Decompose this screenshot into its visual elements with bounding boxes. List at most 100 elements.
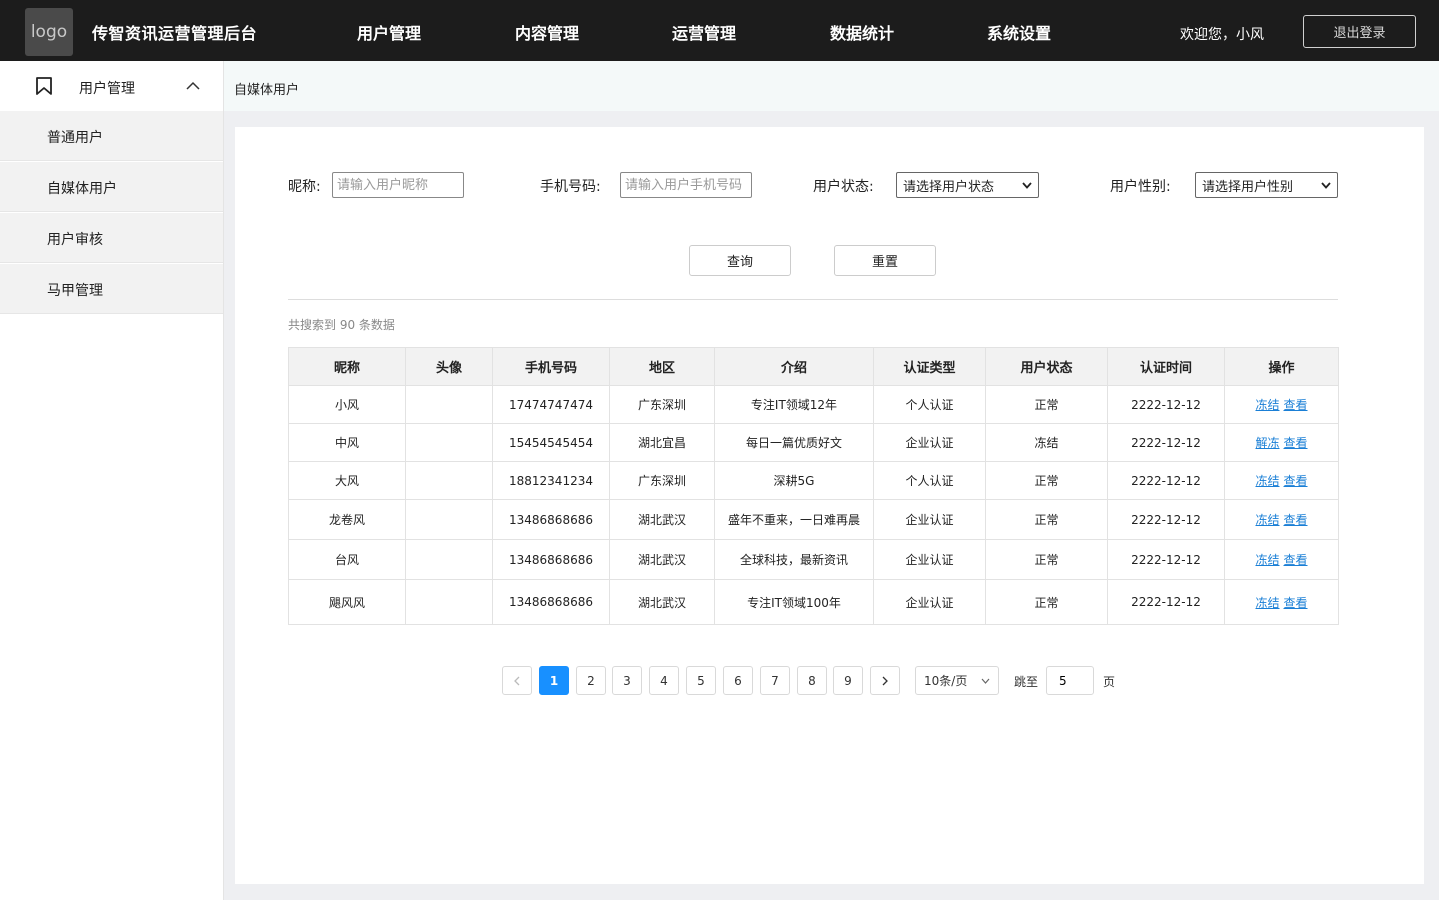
sidebar: 用户管理 普通用户 自媒体用户 用户审核 马甲管理 — [0, 61, 224, 900]
cell-auth-type: 企业认证 — [873, 499, 986, 540]
chevron-right-icon — [882, 676, 888, 685]
col-region: 地区 — [609, 347, 715, 386]
cell-status: 正常 — [985, 385, 1108, 424]
view-link[interactable]: 查看 — [1284, 513, 1308, 527]
cell-avatar — [405, 423, 493, 462]
cell-actions: 冻结 查看 — [1224, 579, 1339, 625]
page-button-5[interactable]: 5 — [686, 666, 716, 695]
cell-auth-type: 企业认证 — [873, 423, 986, 462]
freeze-link[interactable]: 冻结 — [1255, 474, 1279, 488]
table-row: 中风 15454545454 湖北宜昌 每日一篇优质好文 企业认证 冻结 222… — [288, 423, 1339, 462]
status-select[interactable]: 请选择用户状态 — [896, 172, 1039, 198]
reset-button[interactable]: 重置 — [834, 245, 936, 276]
gender-label: 用户性别: — [1110, 179, 1171, 195]
nickname-input[interactable] — [332, 172, 464, 198]
view-link[interactable]: 查看 — [1284, 596, 1308, 610]
top-bar: logo 传智资讯运营管理后台 用户管理 内容管理 运营管理 数据统计 系统设置… — [0, 0, 1439, 61]
cell-status: 正常 — [985, 579, 1108, 625]
cell-nickname: 飓风风 — [288, 579, 406, 625]
query-button[interactable]: 查询 — [689, 245, 791, 276]
view-link[interactable]: 查看 — [1284, 553, 1308, 567]
page-button-1[interactable]: 1 — [539, 666, 569, 695]
cell-auth-type: 个人认证 — [873, 461, 986, 500]
status-select-value: 请选择用户状态 — [903, 179, 995, 195]
cell-actions: 冻结 查看 — [1224, 461, 1339, 500]
cell-intro: 全球科技，最新资讯 — [714, 539, 874, 580]
sidebar-item-label: 自媒体用户 — [47, 181, 117, 197]
nav-content-management[interactable]: 内容管理 — [515, 20, 579, 44]
cell-auth-time: 2222-12-12 — [1107, 579, 1225, 625]
unfreeze-link[interactable]: 解冻 — [1255, 436, 1279, 450]
page-size-select[interactable]: 10条/页 — [915, 666, 999, 695]
cell-auth-time: 2222-12-12 — [1107, 499, 1225, 540]
freeze-link[interactable]: 冻结 — [1255, 398, 1279, 412]
logout-button[interactable]: 退出登录 — [1303, 15, 1416, 48]
cell-nickname: 龙卷风 — [288, 499, 406, 540]
col-nickname: 昵称 — [288, 347, 406, 386]
cell-status: 冻结 — [985, 423, 1108, 462]
app-title: 传智资讯运营管理后台 — [92, 24, 258, 43]
nav-system-settings[interactable]: 系统设置 — [987, 20, 1051, 44]
view-link[interactable]: 查看 — [1284, 474, 1308, 488]
phone-label: 手机号码: — [540, 179, 601, 195]
cell-region: 湖北武汉 — [609, 539, 715, 580]
page-button-7[interactable]: 7 — [760, 666, 790, 695]
cell-intro: 专注IT领域100年 — [714, 579, 874, 625]
table-row: 飓风风 13486868686 湖北武汉 专注IT领域100年 企业认证 正常 … — [288, 579, 1339, 625]
cell-intro: 盛年不重来，一日难再晨 — [714, 499, 874, 540]
freeze-link[interactable]: 冻结 — [1255, 596, 1279, 610]
sidebar-item-normal-users[interactable]: 普通用户 — [0, 111, 223, 161]
page-button-2[interactable]: 2 — [576, 666, 606, 695]
cell-status: 正常 — [985, 461, 1108, 500]
view-link[interactable]: 查看 — [1284, 436, 1308, 450]
nav-user-management[interactable]: 用户管理 — [357, 20, 421, 44]
gender-select[interactable]: 请选择用户性别 — [1195, 172, 1338, 198]
cell-nickname: 中风 — [288, 423, 406, 462]
page-button-3[interactable]: 3 — [612, 666, 642, 695]
table-header-row: 昵称 头像 手机号码 地区 介绍 认证类型 用户状态 认证时间 操作 — [288, 347, 1339, 386]
jump-page-input[interactable] — [1046, 666, 1094, 695]
cell-region: 广东深圳 — [609, 461, 715, 500]
result-summary: 共搜索到 90 条数据 — [288, 318, 395, 332]
nav-data-statistics[interactable]: 数据统计 — [830, 20, 894, 44]
phone-input[interactable] — [620, 172, 752, 198]
freeze-link[interactable]: 冻结 — [1255, 553, 1279, 567]
page-button-8[interactable]: 8 — [797, 666, 827, 695]
chevron-up-icon[interactable] — [186, 81, 200, 91]
status-label: 用户状态: — [813, 179, 874, 195]
next-page-button[interactable] — [870, 666, 900, 695]
cell-auth-time: 2222-12-12 — [1107, 385, 1225, 424]
page-button-6[interactable]: 6 — [723, 666, 753, 695]
cell-nickname: 大风 — [288, 461, 406, 500]
col-avatar: 头像 — [405, 347, 493, 386]
table-row: 台风 13486868686 湖北武汉 全球科技，最新资讯 企业认证 正常 22… — [288, 539, 1339, 580]
cell-auth-time: 2222-12-12 — [1107, 539, 1225, 580]
page-button-9[interactable]: 9 — [833, 666, 863, 695]
cell-actions: 冻结 查看 — [1224, 539, 1339, 580]
col-auth-type: 认证类型 — [873, 347, 986, 386]
chevron-down-icon — [981, 678, 990, 684]
divider — [288, 299, 1338, 300]
cell-auth-type: 个人认证 — [873, 385, 986, 424]
cell-region: 广东深圳 — [609, 385, 715, 424]
jump-label: 跳至 — [1014, 675, 1039, 689]
cell-phone: 13486868686 — [492, 499, 610, 540]
sidebar-item-user-review[interactable]: 用户审核 — [0, 213, 223, 263]
view-link[interactable]: 查看 — [1284, 398, 1308, 412]
sidebar-item-media-users[interactable]: 自媒体用户 — [0, 162, 223, 212]
breadcrumb: 自媒体用户 — [224, 61, 1439, 111]
page-button-4[interactable]: 4 — [649, 666, 679, 695]
sidebar-group-label: 用户管理 — [79, 81, 135, 97]
cell-region: 湖北宜昌 — [609, 423, 715, 462]
sidebar-group-user-management[interactable]: 用户管理 — [0, 61, 223, 111]
prev-page-button[interactable] — [502, 666, 532, 695]
nav-operation-management[interactable]: 运营管理 — [672, 20, 736, 44]
sidebar-item-sockpuppet-management[interactable]: 马甲管理 — [0, 264, 223, 314]
cell-intro: 每日一篇优质好文 — [714, 423, 874, 462]
freeze-link[interactable]: 冻结 — [1255, 513, 1279, 527]
cell-actions: 冻结 查看 — [1224, 499, 1339, 540]
cell-phone: 13486868686 — [492, 539, 610, 580]
sidebar-item-label: 用户审核 — [47, 232, 103, 248]
cell-region: 湖北武汉 — [609, 499, 715, 540]
page-size-value: 10条/页 — [924, 674, 968, 688]
